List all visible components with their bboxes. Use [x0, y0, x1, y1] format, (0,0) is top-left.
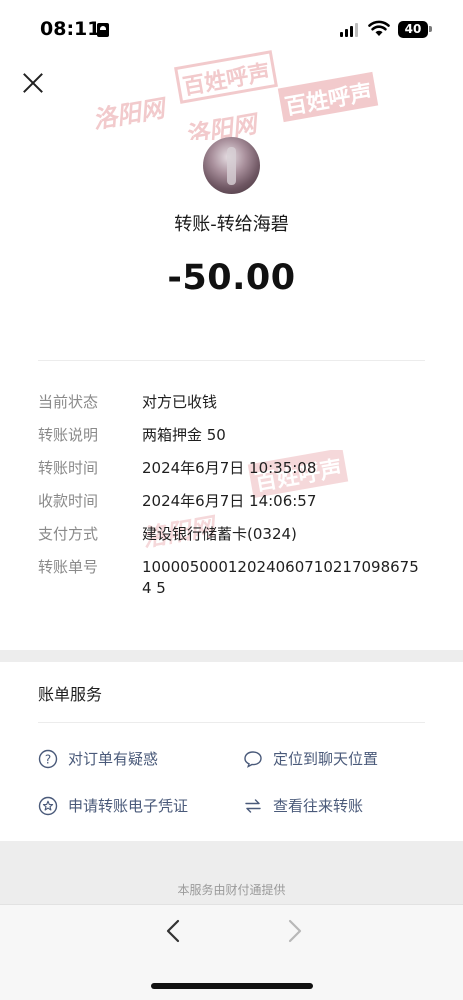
divider: [38, 722, 425, 723]
contact-card-icon: [97, 23, 109, 37]
provider-note: 本服务由财付通提供: [177, 883, 286, 897]
divider: [38, 360, 425, 361]
chat-bubble-icon: [243, 749, 263, 769]
status-time: 08:11: [40, 18, 101, 40]
status-bar: 08:11 40: [0, 0, 463, 56]
svg-text:百姓呼声: 百姓呼声: [181, 60, 272, 101]
detail-value: 2024年6月7日 10:35:08: [142, 459, 317, 477]
svg-text:百姓呼声: 百姓呼声: [283, 80, 374, 121]
detail-label: 转账说明: [38, 426, 99, 444]
detail-label: 转账单号: [38, 558, 99, 576]
order-question-link[interactable]: ? 对订单有疑惑: [38, 748, 158, 769]
locate-chat-link[interactable]: 定位到聊天位置: [243, 748, 378, 769]
detail-label: 支付方式: [38, 525, 99, 543]
order-question-label: 对订单有疑惑: [68, 750, 159, 768]
swap-arrows-icon: [243, 796, 263, 816]
transfer-history-link[interactable]: 查看往来转账: [243, 795, 363, 816]
detail-value: 100005000120240607102170986754 5: [142, 558, 419, 597]
home-indicator[interactable]: [151, 983, 313, 989]
question-circle-icon: ?: [38, 749, 58, 769]
detail-label: 收款时间: [38, 492, 99, 510]
star-badge-icon: [38, 796, 58, 816]
wifi-icon: [368, 20, 390, 36]
battery-tip: [429, 26, 432, 32]
detail-row-status: 当前状态 对方已收钱: [38, 392, 428, 413]
e-voucher-link[interactable]: 申请转账电子凭证: [38, 795, 188, 816]
transfer-history-label: 查看往来转账: [273, 797, 364, 815]
battery-icon: 40: [398, 21, 428, 38]
transfer-details: 当前状态 对方已收钱 转账说明 两箱押金 50 转账时间 2024年6月7日 1…: [38, 392, 428, 611]
back-chevron-icon[interactable]: [160, 916, 188, 946]
bill-services-title: 账单服务: [38, 685, 103, 704]
detail-value: 2024年6月7日 14:06:57: [142, 492, 317, 510]
detail-value: 建设银行储蓄卡(0324): [142, 525, 297, 543]
forward-chevron-icon[interactable]: [280, 916, 308, 946]
cellular-signal-icon: [340, 22, 360, 37]
detail-value: 对方已收钱: [142, 393, 218, 411]
close-button[interactable]: [20, 70, 46, 96]
detail-row-payment-method: 支付方式 建设银行储蓄卡(0324): [38, 524, 428, 545]
detail-row-receive-time: 收款时间 2024年6月7日 14:06:57: [38, 491, 428, 512]
transfer-title: 转账-转给海碧: [174, 214, 289, 235]
svg-text:洛阳网: 洛阳网: [91, 94, 171, 135]
locate-chat-label: 定位到聊天位置: [273, 750, 379, 768]
svg-text:?: ?: [45, 752, 51, 766]
detail-row-transfer-time: 转账时间 2024年6月7日 10:35:08: [38, 458, 428, 479]
e-voucher-label: 申请转账电子凭证: [68, 797, 189, 815]
detail-value: 两箱押金 50: [142, 426, 226, 444]
detail-row-note: 转账说明 两箱押金 50: [38, 425, 428, 446]
detail-label: 转账时间: [38, 459, 99, 477]
svg-text:洛阳网: 洛阳网: [183, 109, 263, 140]
transfer-amount: -50.00: [167, 258, 296, 298]
detail-label: 当前状态: [38, 393, 99, 411]
recipient-avatar: [203, 137, 260, 194]
detail-row-transfer-id: 转账单号 100005000120240607102170986754 5: [38, 557, 428, 599]
section-separator: [0, 650, 463, 662]
